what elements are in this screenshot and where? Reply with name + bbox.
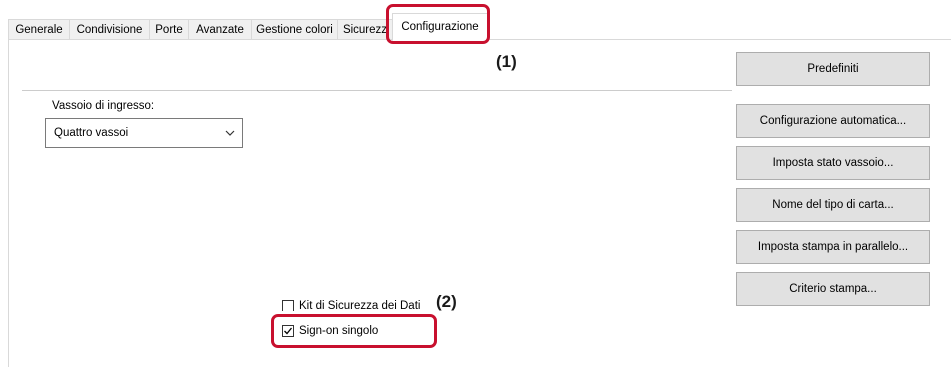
print-policy-button[interactable]: Criterio stampa... bbox=[736, 272, 930, 306]
separator-line bbox=[22, 90, 732, 91]
input-tray-select[interactable]: Quattro vassoi bbox=[45, 118, 243, 148]
tray-status-button[interactable]: Imposta stato vassoio... bbox=[736, 146, 930, 180]
highlight-sign-on bbox=[271, 314, 437, 348]
callout-2: (2) bbox=[436, 292, 457, 311]
chevron-down-icon bbox=[225, 130, 235, 136]
panel-border bbox=[8, 39, 9, 367]
highlight-configurazione-tab bbox=[386, 4, 490, 44]
tab-generale[interactable]: Generale bbox=[8, 19, 70, 39]
input-tray-label: Vassoio di ingresso: bbox=[52, 100, 155, 112]
tab-gestione-colori[interactable]: Gestione colori bbox=[251, 19, 338, 39]
tab-avanzate[interactable]: Avanzate bbox=[188, 19, 252, 39]
tab-porte[interactable]: Porte bbox=[149, 19, 189, 39]
data-security-kit-row[interactable]: Kit di Sicurezza dei Dati bbox=[282, 299, 442, 311]
callout-1: (1) bbox=[496, 52, 517, 71]
parallel-print-button[interactable]: Imposta stampa in parallelo... bbox=[736, 230, 930, 264]
data-security-kit-label: Kit di Sicurezza dei Dati bbox=[299, 300, 421, 311]
auto-config-button[interactable]: Configurazione automatica... bbox=[736, 104, 930, 138]
input-tray-value: Quattro vassoi bbox=[54, 127, 129, 139]
tab-condivisione[interactable]: Condivisione bbox=[69, 19, 150, 39]
paper-type-button[interactable]: Nome del tipo di carta... bbox=[736, 188, 930, 222]
tab-sicurezza[interactable]: Sicurezz bbox=[337, 19, 393, 39]
data-security-kit-checkbox[interactable] bbox=[282, 300, 294, 311]
predefiniti-button[interactable]: Predefiniti bbox=[736, 52, 930, 86]
